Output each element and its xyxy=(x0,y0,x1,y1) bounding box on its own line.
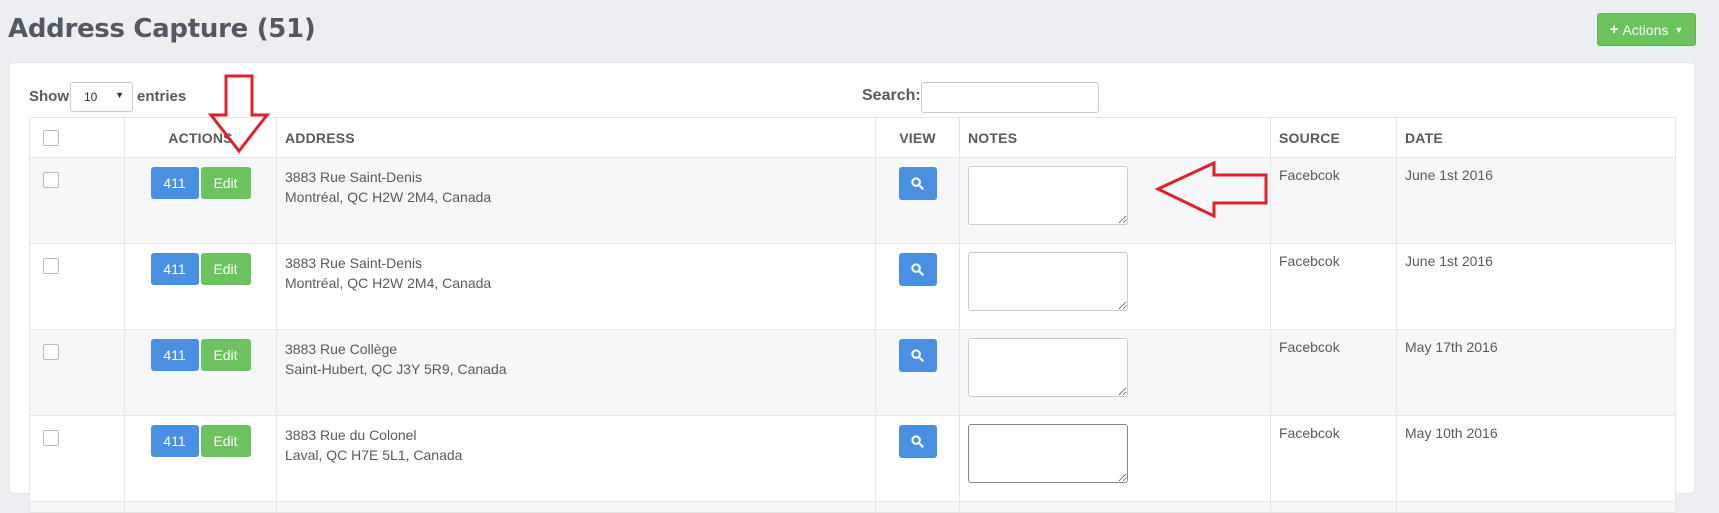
view-button[interactable] xyxy=(898,167,937,200)
view-button[interactable] xyxy=(898,425,937,458)
row-checkbox[interactable] xyxy=(43,430,59,446)
column-header-source[interactable]: SOURCE xyxy=(1270,117,1397,158)
address-line2: Saint-Hubert, QC J3Y 5R9, Canada xyxy=(285,361,507,377)
address-line1: 3883 Rue Collège xyxy=(285,341,398,357)
address-line1: 3883 Rue Saint-Denis xyxy=(285,255,422,271)
select-all-header xyxy=(29,117,125,158)
411-button[interactable]: 411 xyxy=(150,339,199,371)
table-row: 411 Edit 3883 Rue Collège Saint-Hubert, QC… xyxy=(29,329,1676,416)
column-header-date[interactable]: DATE xyxy=(1396,117,1676,158)
view-button[interactable] xyxy=(898,339,937,372)
table-row: 411 Edit 3883 Rue Saint-Denis Montréal, QC… xyxy=(29,243,1676,330)
address-line1: 3883 Rue du Colonel xyxy=(285,427,417,443)
notes-textarea[interactable] xyxy=(968,424,1128,483)
show-label: Show xyxy=(29,88,69,105)
column-header-actions[interactable]: ACTIONS xyxy=(124,117,277,158)
edit-button[interactable]: Edit xyxy=(200,339,251,371)
select-all-checkbox[interactable] xyxy=(43,130,59,147)
edit-button[interactable]: Edit xyxy=(200,425,251,457)
411-button[interactable]: 411 xyxy=(150,167,199,199)
date-cell: June 1st 2016 xyxy=(1396,243,1676,330)
search-input[interactable] xyxy=(921,82,1099,113)
edit-button[interactable]: Edit xyxy=(200,253,251,285)
page-length-value: 10 xyxy=(84,90,98,104)
search-icon xyxy=(911,177,924,190)
caret-down-icon: ▼ xyxy=(1674,24,1684,35)
edit-button[interactable]: Edit xyxy=(200,167,251,199)
table-row: 411 Edit 3883 Rue du Colonel Laval, QC H7E… xyxy=(29,415,1676,502)
search-icon xyxy=(911,263,924,276)
address-line2: Montréal, QC H2W 2M4, Canada xyxy=(285,275,492,291)
search-icon xyxy=(911,349,924,362)
plus-icon: + xyxy=(1609,21,1619,38)
column-header-view[interactable]: VIEW xyxy=(875,117,960,158)
table-row: 411 Edit 3883 Rue Saint-Denis Montréal, QC… xyxy=(29,157,1676,244)
entries-label: entries xyxy=(137,88,187,105)
address-table: ACTIONS ADDRESS VIEW NOTES SOURCE DATE 4… xyxy=(29,117,1676,513)
actions-label: Actions xyxy=(1622,21,1669,38)
source-cell: Facebcok xyxy=(1270,157,1397,244)
page-title: Address Capture (51) xyxy=(8,14,316,44)
search-label: Search: xyxy=(862,87,921,104)
source-cell: Facebcok xyxy=(1270,243,1397,330)
row-checkbox[interactable] xyxy=(43,344,59,360)
address-line1: 3883 Rue Saint-Denis xyxy=(285,169,422,185)
address-line2: Montréal, QC H2W 2M4, Canada xyxy=(285,189,492,205)
actions-dropdown-button[interactable]: + Actions ▼ xyxy=(1597,13,1696,46)
page-length-select[interactable]: 10 ▼ xyxy=(70,82,133,112)
view-button[interactable] xyxy=(898,253,937,286)
select-arrow-icon: ▼ xyxy=(115,90,124,100)
date-cell: May 17th 2016 xyxy=(1396,329,1676,416)
notes-textarea[interactable] xyxy=(968,338,1128,397)
address-line2: Laval, QC H7E 5L1, Canada xyxy=(285,447,463,463)
notes-textarea[interactable] xyxy=(968,166,1128,225)
row-checkbox[interactable] xyxy=(43,258,59,274)
source-cell: Facebcok xyxy=(1270,415,1397,502)
column-header-notes[interactable]: NOTES xyxy=(959,117,1271,158)
source-cell: Facebcok xyxy=(1270,329,1397,416)
notes-textarea[interactable] xyxy=(968,252,1128,311)
411-button[interactable]: 411 xyxy=(150,425,199,457)
table-header-row: ACTIONS ADDRESS VIEW NOTES SOURCE DATE xyxy=(29,117,1676,158)
date-cell: May 10th 2016 xyxy=(1396,415,1676,502)
row-checkbox[interactable] xyxy=(43,172,59,188)
411-button[interactable]: 411 xyxy=(150,253,199,285)
table-row-partial xyxy=(29,501,1676,513)
search-icon xyxy=(911,435,924,448)
column-header-address[interactable]: ADDRESS xyxy=(276,117,876,158)
date-cell: June 1st 2016 xyxy=(1396,157,1676,244)
